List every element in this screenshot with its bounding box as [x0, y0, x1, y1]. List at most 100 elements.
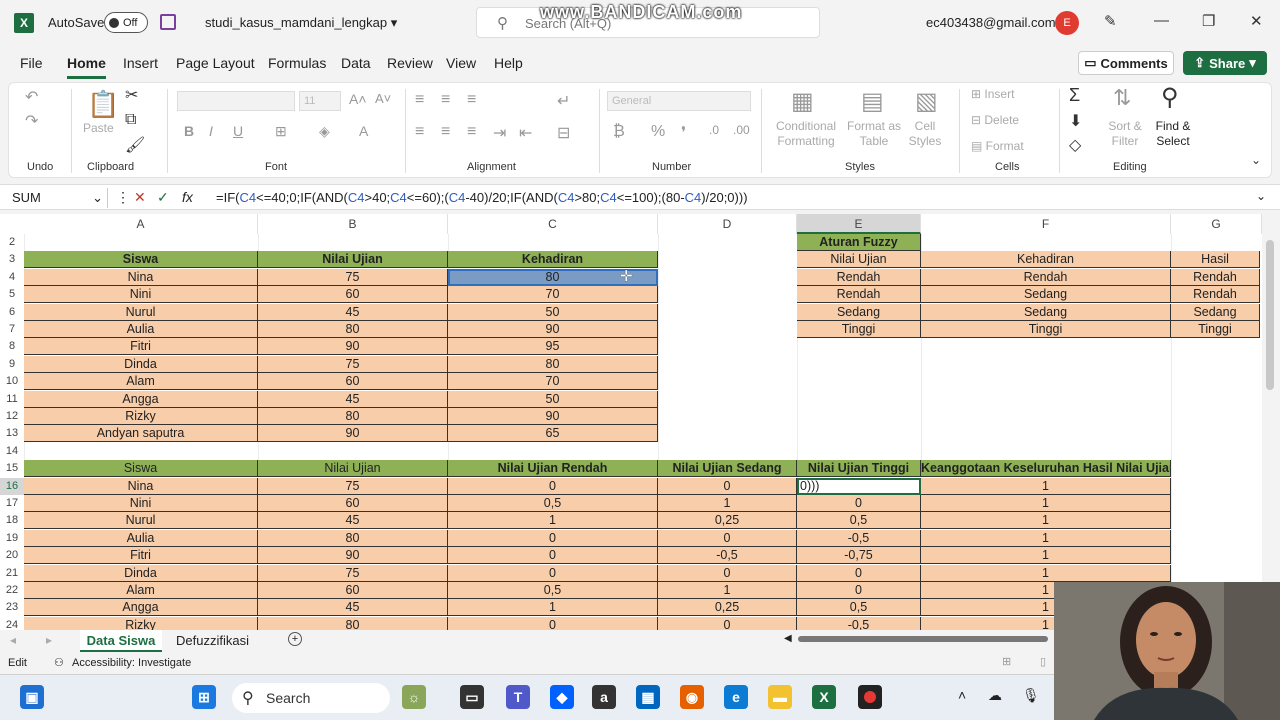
vertical-scrollbar[interactable]: [1262, 214, 1280, 630]
widgets-icon[interactable]: ▣: [20, 685, 44, 709]
start-icon[interactable]: ⊞: [192, 685, 216, 709]
table1-cell[interactable]: Rizky: [24, 408, 258, 425]
menu-file[interactable]: File: [20, 55, 43, 71]
page-layout-icon[interactable]: ▯: [1040, 655, 1046, 668]
insert-cells-button[interactable]: ⊞ Insert: [971, 87, 1014, 102]
accessibility-status[interactable]: Accessibility: Investigate: [72, 657, 191, 669]
paste-icon[interactable]: 📋: [87, 89, 119, 120]
menu-data[interactable]: Data: [341, 55, 371, 71]
delete-cells-button[interactable]: ⊟ Delete: [971, 113, 1019, 128]
format-cells-button[interactable]: ▤ Format: [971, 139, 1024, 154]
column-header-b[interactable]: B: [258, 214, 448, 234]
table2-cell[interactable]: 60: [258, 582, 448, 599]
align-left-icon[interactable]: ≡: [415, 123, 424, 141]
table1-cell[interactable]: 70: [448, 373, 658, 391]
accounting-icon[interactable]: ₿: [613, 123, 625, 141]
row-header-3[interactable]: 3: [0, 251, 24, 269]
column-header-d[interactable]: D: [658, 214, 797, 234]
table1-cell[interactable]: 50: [448, 303, 658, 321]
share-button[interactable]: ⇪ Share ▾: [1183, 51, 1267, 75]
table1-cell[interactable]: 80: [258, 321, 448, 338]
row-header-23[interactable]: 23: [0, 599, 24, 617]
decrease-font-icon[interactable]: A˅: [375, 91, 391, 106]
menu-home[interactable]: Home: [67, 55, 106, 79]
name-box[interactable]: SUM ⌄: [8, 188, 108, 208]
rules-cell[interactable]: Sedang: [921, 303, 1171, 321]
rules-cell[interactable]: Sedang: [921, 286, 1171, 304]
row-header-2[interactable]: 2: [0, 234, 24, 251]
clear-icon[interactable]: ◇: [1069, 135, 1081, 155]
rules-cell[interactable]: Sedang: [1171, 303, 1260, 321]
cloud-icon[interactable]: ☁: [988, 687, 1002, 704]
insert-function-icon[interactable]: fx: [182, 189, 193, 205]
file-explorer-icon[interactable]: ▬: [768, 685, 792, 709]
table2-cell[interactable]: 1: [448, 512, 658, 530]
rules-cell[interactable]: Tinggi: [797, 321, 921, 338]
tab-data-siswa[interactable]: Data Siswa: [80, 630, 162, 652]
undo-icon[interactable]: ↶: [25, 87, 38, 107]
table2-cell[interactable]: 0,5: [797, 512, 921, 530]
column-header-f[interactable]: F: [921, 214, 1171, 234]
table1-cell[interactable]: Fitri: [24, 338, 258, 356]
format-as-table-icon[interactable]: ▤: [861, 87, 884, 116]
row-header-5[interactable]: 5: [0, 286, 24, 304]
indent-icon[interactable]: ⇥: [493, 123, 506, 143]
chevron-up-icon[interactable]: ˄: [958, 687, 966, 703]
table2-cell[interactable]: Alam: [24, 582, 258, 599]
cell-styles-icon[interactable]: ▧: [915, 87, 938, 116]
table1-cell[interactable]: 75: [258, 268, 448, 286]
scroll-left-icon[interactable]: ◀: [784, 633, 792, 644]
autosum-icon[interactable]: Σ: [1069, 85, 1080, 106]
number-format-select[interactable]: General: [607, 91, 751, 111]
table2-cell[interactable]: 0: [448, 477, 658, 495]
menu-insert[interactable]: Insert: [123, 55, 158, 71]
table2-cell[interactable]: 0: [448, 529, 658, 547]
row-header-8[interactable]: 8: [0, 338, 24, 356]
row-header-13[interactable]: 13: [0, 425, 24, 443]
table2-cell[interactable]: 0))): [797, 477, 921, 495]
align-top-icon[interactable]: ≡: [415, 91, 424, 109]
menu-help[interactable]: Help: [494, 55, 523, 71]
table2-cell[interactable]: 1: [658, 582, 797, 599]
row-header-15[interactable]: 15: [0, 460, 24, 478]
table1-cell[interactable]: 45: [258, 303, 448, 321]
percent-icon[interactable]: %: [651, 123, 665, 141]
table2-cell[interactable]: Nurul: [24, 512, 258, 530]
expand-formula-icon[interactable]: ⌄: [1256, 189, 1266, 203]
table1-cell[interactable]: 45: [258, 390, 448, 408]
add-sheet-icon[interactable]: +: [288, 632, 302, 646]
row-header-21[interactable]: 21: [0, 564, 24, 582]
table2-cell[interactable]: 1: [921, 564, 1171, 582]
avatar[interactable]: E: [1055, 11, 1079, 35]
table2-cell[interactable]: -0,5: [797, 616, 921, 630]
table2-cell[interactable]: 1: [448, 599, 658, 617]
row-header-9[interactable]: 9: [0, 355, 24, 373]
table1-cell[interactable]: 75: [258, 355, 448, 373]
edge-icon[interactable]: e: [724, 685, 748, 709]
firefox-icon[interactable]: ◉: [680, 685, 704, 709]
table2-cell[interactable]: 0: [658, 529, 797, 547]
bold-icon[interactable]: B: [184, 123, 194, 139]
table2-cell[interactable]: 1: [658, 495, 797, 512]
table2-cell[interactable]: 0: [658, 477, 797, 495]
table2-cell[interactable]: Rizky: [24, 616, 258, 630]
table1-cell[interactable]: 60: [258, 286, 448, 304]
table1-cell[interactable]: Aulia: [24, 321, 258, 338]
rules-cell[interactable]: Tinggi: [921, 321, 1171, 338]
table2-cell[interactable]: 90: [258, 547, 448, 565]
table2-cell[interactable]: Nina: [24, 477, 258, 495]
conditional-formatting-icon[interactable]: ▦: [791, 87, 814, 116]
menu-page-layout[interactable]: Page Layout: [176, 55, 255, 71]
taskbar-search[interactable]: ⚲ Search: [232, 683, 390, 713]
table2-cell[interactable]: 0,5: [797, 599, 921, 617]
restore-icon[interactable]: ❐: [1202, 12, 1215, 30]
column-header-c[interactable]: C: [448, 214, 658, 234]
row-header-20[interactable]: 20: [0, 547, 24, 565]
collapse-ribbon-icon[interactable]: ⌄: [1251, 153, 1261, 167]
row-header-4[interactable]: 4: [0, 268, 24, 286]
horizontal-scrollbar[interactable]: [798, 636, 1048, 642]
table2-cell[interactable]: -0,75: [797, 547, 921, 565]
font-color-icon[interactable]: A: [359, 123, 368, 139]
font-family-select[interactable]: [177, 91, 295, 111]
table2-cell[interactable]: 0,5: [448, 582, 658, 599]
